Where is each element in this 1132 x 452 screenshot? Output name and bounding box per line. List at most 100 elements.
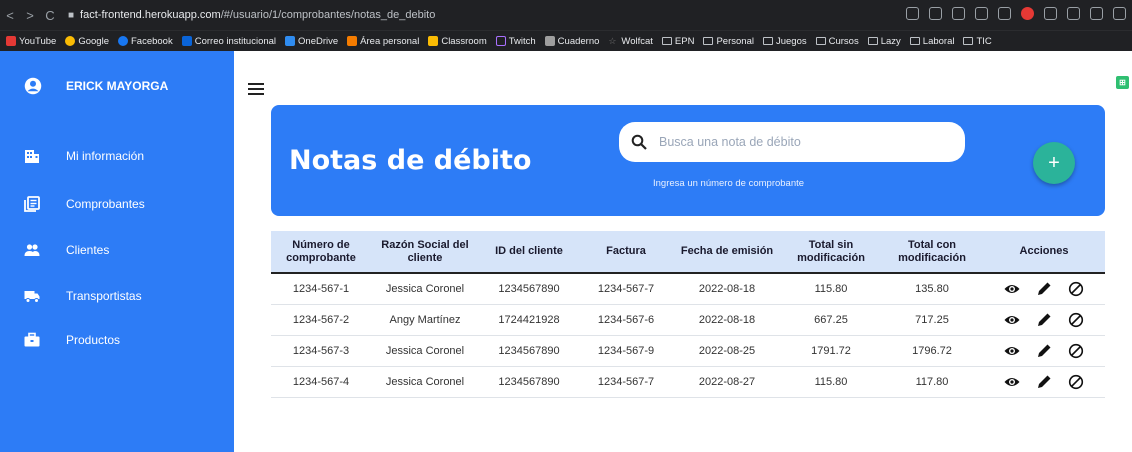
address-bar[interactable]: fact-frontend.herokuapp.com/#/usuario/1/… (80, 9, 435, 21)
star-icon: ☆ (608, 36, 617, 46)
menu-icon[interactable] (1113, 7, 1126, 20)
block-cancel-icon[interactable] (1068, 312, 1084, 328)
cell-fecha: 2022-08-27 (673, 366, 781, 398)
folder-icon (963, 37, 974, 45)
sidebar-item-label: Clientes (66, 243, 110, 257)
user-avatar-icon (24, 77, 42, 95)
bookmark-correo[interactable]: Correo institucional (181, 35, 277, 47)
column-header: Factura (579, 231, 673, 274)
bookmark-label: Facebook (130, 35, 173, 47)
bookmark-label: Correo institucional (194, 35, 277, 47)
building-icon (25, 150, 39, 163)
search-input[interactable] (659, 135, 939, 149)
block-icon[interactable] (952, 7, 965, 20)
sidebar-item-clientes[interactable]: Clientes (24, 242, 109, 258)
bookmark-laboral[interactable]: Laboral (909, 36, 954, 47)
add-debit-note-button[interactable]: + (1033, 142, 1075, 184)
cell-actions (983, 366, 1105, 398)
column-header: Razón Social del cliente (371, 231, 479, 274)
bookmark-area-personal[interactable]: Área personal (347, 36, 419, 47)
view-eye-icon[interactable] (1004, 281, 1020, 297)
user-profile[interactable]: ERICK MAYORGA (24, 77, 168, 95)
forward-icon[interactable]: > (20, 8, 40, 23)
moodle-icon (347, 36, 358, 46)
menu-toggle-icon[interactable] (248, 83, 264, 95)
puzzle-icon[interactable] (1067, 7, 1080, 20)
extension-icon[interactable] (1044, 7, 1057, 20)
facebook-icon (117, 36, 128, 46)
cell-razon-social: Angy Martínez (371, 304, 479, 336)
search-hint: Ingresa un número de comprobante (653, 178, 805, 189)
sidebar-item-label: Productos (66, 333, 121, 347)
cell-total-con: 717.25 (881, 304, 983, 336)
url-path: /#/usuario/1/comprobantes/notas_de_debit… (220, 9, 436, 21)
bookmark-facebook[interactable]: Facebook (117, 35, 173, 47)
extensions-area (906, 7, 1126, 20)
cell-actions (983, 304, 1105, 336)
edit-pencil-icon[interactable] (1036, 343, 1052, 359)
search-box[interactable] (619, 122, 965, 162)
sidebar-item-transportistas[interactable]: Transportistas (24, 288, 142, 304)
sidebar-item-label: Mi información (66, 149, 145, 163)
share-icon[interactable] (906, 7, 919, 20)
edit-pencil-icon[interactable] (1036, 374, 1052, 390)
cell-comprobante: 1234-567-3 (271, 335, 371, 367)
block-cancel-icon[interactable] (1068, 343, 1084, 359)
cell-actions (983, 335, 1105, 367)
folder-icon (867, 37, 878, 45)
cell-comprobante: 1234-567-1 (271, 273, 371, 305)
heart-icon[interactable] (998, 7, 1011, 20)
back-icon[interactable]: < (0, 8, 20, 23)
user-name: ERICK MAYORGA (66, 79, 169, 93)
cell-factura: 1234-567-9 (579, 335, 673, 367)
extension-badge-icon[interactable]: ⊞ (1116, 76, 1129, 89)
cell-total-sin: 115.80 (781, 273, 881, 305)
folder-icon (909, 37, 920, 45)
bookmark-label: OneDrive (298, 35, 339, 47)
bookmark-twitch[interactable]: Twitch (495, 35, 536, 47)
cell-total-sin: 1791.72 (781, 335, 881, 367)
cell-fecha: 2022-08-18 (673, 273, 781, 305)
sidebar: ERICK MAYORGA Mi información Comprobante… (0, 51, 234, 452)
bookmark-google[interactable]: Google (65, 36, 109, 47)
view-eye-icon[interactable] (1004, 343, 1020, 359)
sidebar-item-label: Comprobantes (66, 197, 145, 211)
bookmark-epn[interactable]: EPN (661, 36, 694, 47)
bookmark-label: Juegos (775, 35, 807, 47)
cell-razon-social: Jessica Coronel (371, 335, 479, 367)
header-card: Notas de débito Ingresa un número de com… (271, 105, 1105, 216)
block-cancel-icon[interactable] (1068, 281, 1084, 297)
bookmark-cuaderno[interactable]: Cuaderno (544, 35, 600, 47)
bookmark-classroom[interactable]: Classroom (428, 36, 487, 47)
play-icon[interactable] (975, 7, 988, 20)
cell-comprobante: 1234-567-4 (271, 366, 371, 398)
block-cancel-icon[interactable] (1068, 374, 1084, 390)
view-eye-icon[interactable] (1004, 374, 1020, 390)
bookmark-label: Cuaderno (557, 35, 600, 47)
search-icon (631, 134, 647, 150)
adblock-icon[interactable] (1021, 7, 1034, 20)
sidebar-item-comprobantes[interactable]: Comprobantes (24, 196, 145, 212)
bookmark-label: Twitch (508, 35, 536, 47)
bookmark-personal[interactable]: Personal (703, 36, 754, 47)
bookmark-tic[interactable]: TIC (963, 36, 992, 47)
screenshot-icon[interactable] (929, 7, 942, 20)
reload-icon[interactable]: C (40, 8, 60, 23)
edit-pencil-icon[interactable] (1036, 281, 1052, 297)
browser-toolbar: < > C ■ fact-frontend.herokuapp.com/#/us… (0, 0, 1132, 30)
edit-pencil-icon[interactable] (1036, 312, 1052, 328)
bookmark-youtube[interactable]: YouTube (6, 36, 56, 47)
outlook-icon (181, 36, 192, 46)
bookmark-lazy[interactable]: Lazy (867, 36, 901, 47)
sidebar-item-mi-informacion[interactable]: Mi información (24, 148, 144, 164)
bookmark-wolfcat[interactable]: ☆ Wolfcat (608, 36, 653, 47)
sidebar-item-label: Transportistas (66, 289, 142, 303)
view-eye-icon[interactable] (1004, 312, 1020, 328)
bookmark-label: Google (78, 35, 109, 47)
bookmark-label: Wolfcat (621, 35, 653, 47)
bookmark-cursos[interactable]: Cursos (815, 36, 859, 47)
bookmark-juegos[interactable]: Juegos (762, 35, 807, 47)
download-icon[interactable] (1090, 7, 1103, 20)
bookmark-onedrive[interactable]: OneDrive (285, 36, 338, 47)
sidebar-item-productos[interactable]: Productos (24, 332, 120, 348)
